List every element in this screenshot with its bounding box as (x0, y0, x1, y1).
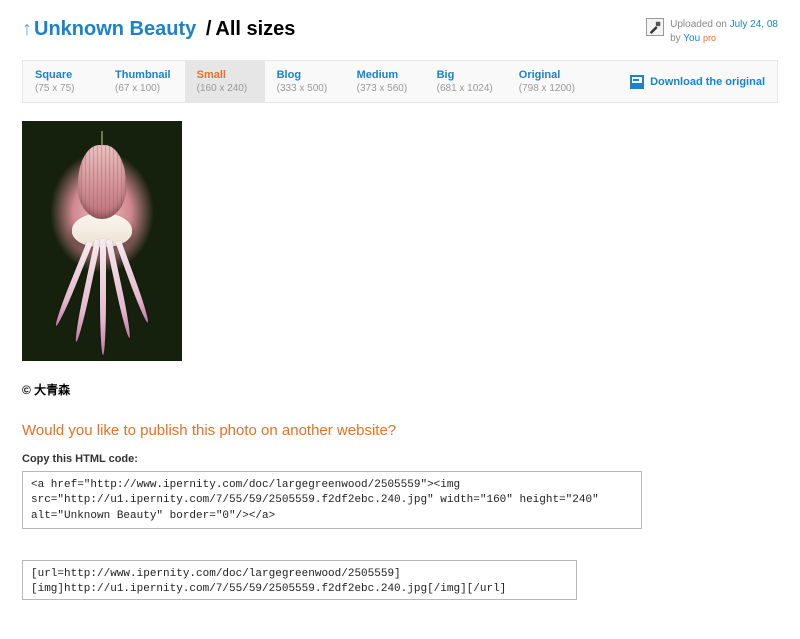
all-sizes-label: All sizes (215, 18, 295, 40)
download-original-link[interactable]: Download the original (618, 61, 777, 102)
embed-html-textarea[interactable] (22, 471, 642, 529)
size-tab-medium[interactable]: Medium (373 x 560) (345, 61, 425, 102)
size-tab-original[interactable]: Original (798 x 1200) (507, 61, 589, 102)
size-tab-label: Medium (357, 69, 411, 81)
download-label: Download the original (650, 76, 765, 88)
size-tab-dim: (798 x 1200) (519, 83, 575, 94)
size-tab-dim: (160 x 240) (197, 83, 251, 94)
publish-question: Would you like to publish this photo on … (22, 422, 778, 439)
size-tab-label: Square (35, 69, 89, 81)
size-tab-dim: (75 x 75) (35, 83, 89, 94)
copyright-line: © 大青森 (22, 381, 778, 398)
size-tab-thumbnail[interactable]: Thumbnail (67 x 100) (103, 61, 185, 102)
by-prefix: by (670, 33, 681, 44)
size-tab-blog[interactable]: Blog (333 x 500) (265, 61, 345, 102)
back-arrow[interactable]: ↑ (22, 18, 32, 40)
size-tab-dim: (373 x 560) (357, 83, 411, 94)
photo-preview[interactable] (22, 121, 182, 361)
title-separator: / (206, 18, 212, 40)
size-tab-dim: (67 x 100) (115, 83, 171, 94)
save-icon (630, 75, 644, 89)
pro-badge: pro (703, 33, 716, 43)
page-title: ↑Unknown Beauty /All sizes (22, 18, 295, 41)
size-tab-label: Blog (277, 69, 331, 81)
size-tabs: Square (75 x 75) Thumbnail (67 x 100) Sm… (22, 60, 778, 102)
size-tab-label: Big (437, 69, 493, 81)
tool-icon (646, 18, 664, 36)
embed-bbcode-textarea[interactable] (22, 560, 577, 600)
copy-html-label: Copy this HTML code: (22, 453, 778, 465)
size-tab-big[interactable]: Big (681 x 1024) (425, 61, 507, 102)
size-tab-label: Small (197, 69, 251, 81)
size-tab-label: Thumbnail (115, 69, 171, 81)
size-tab-dim: (681 x 1024) (437, 83, 493, 94)
upload-meta: Uploaded on July 24, 08 by You pro (646, 18, 778, 46)
size-tab-small[interactable]: Small (160 x 240) (185, 61, 265, 102)
uploaded-prefix: Uploaded on (670, 19, 727, 30)
size-tab-square[interactable]: Square (75 x 75) (23, 61, 103, 102)
uploaded-date[interactable]: July 24, 08 (730, 19, 778, 30)
photo-title-link[interactable]: Unknown Beauty (34, 18, 196, 40)
uploader-link[interactable]: You (683, 33, 700, 44)
size-tab-dim: (333 x 500) (277, 83, 331, 94)
size-tab-label: Original (519, 69, 575, 81)
